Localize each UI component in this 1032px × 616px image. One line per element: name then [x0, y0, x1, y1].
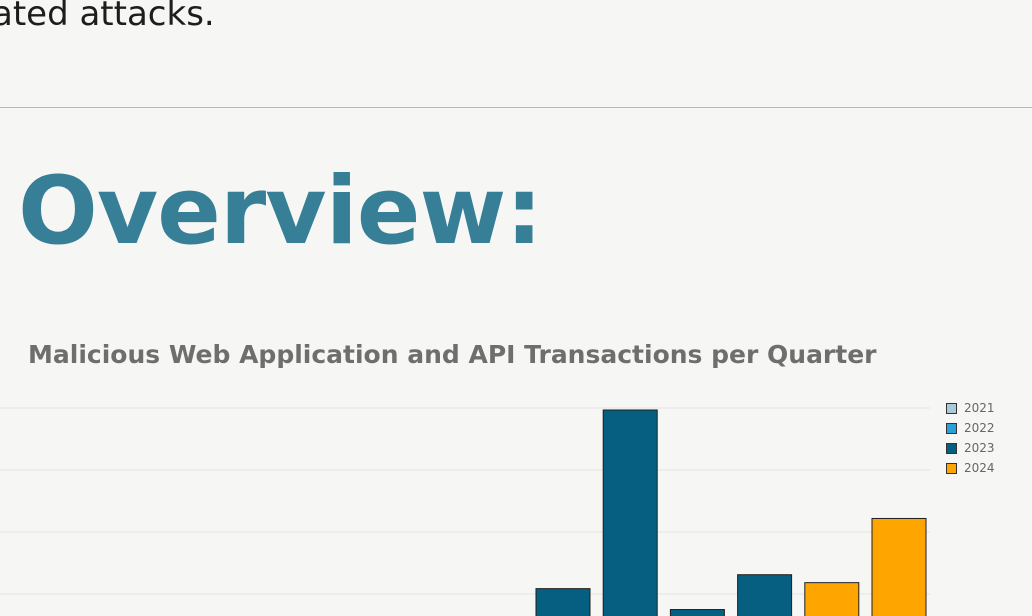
- previous-section-text: ated attacks.: [0, 0, 215, 34]
- legend-label-2021: 2021: [964, 401, 995, 415]
- bar-2024-q2: [871, 517, 927, 616]
- legend-swatch-2022: [946, 422, 957, 434]
- section-divider: [0, 107, 1032, 108]
- chart-legend: 2021 2022 2023 2024: [946, 398, 995, 478]
- bar-2024-q1: [804, 582, 860, 616]
- legend-swatch-2023: [946, 442, 957, 454]
- legend-item-2023: 2023: [946, 438, 995, 458]
- legend-label-2022: 2022: [964, 421, 995, 435]
- page-title: Overview:: [18, 157, 543, 266]
- bar-2023-q4: [737, 574, 793, 616]
- bar-2023-q3: [669, 609, 725, 616]
- legend-item-2021: 2021: [946, 398, 995, 418]
- bar-2023-q2: [602, 409, 658, 616]
- bar-2023-q1: [535, 588, 591, 616]
- legend-swatch-2024: [946, 462, 957, 474]
- chart-title: Malicious Web Application and API Transa…: [28, 340, 877, 369]
- legend-item-2022: 2022: [946, 418, 995, 438]
- legend-label-2023: 2023: [964, 441, 995, 455]
- legend-swatch-2021: [946, 402, 957, 414]
- bar-chart: [0, 407, 930, 616]
- legend-item-2024: 2024: [946, 458, 995, 478]
- legend-label-2024: 2024: [964, 461, 995, 475]
